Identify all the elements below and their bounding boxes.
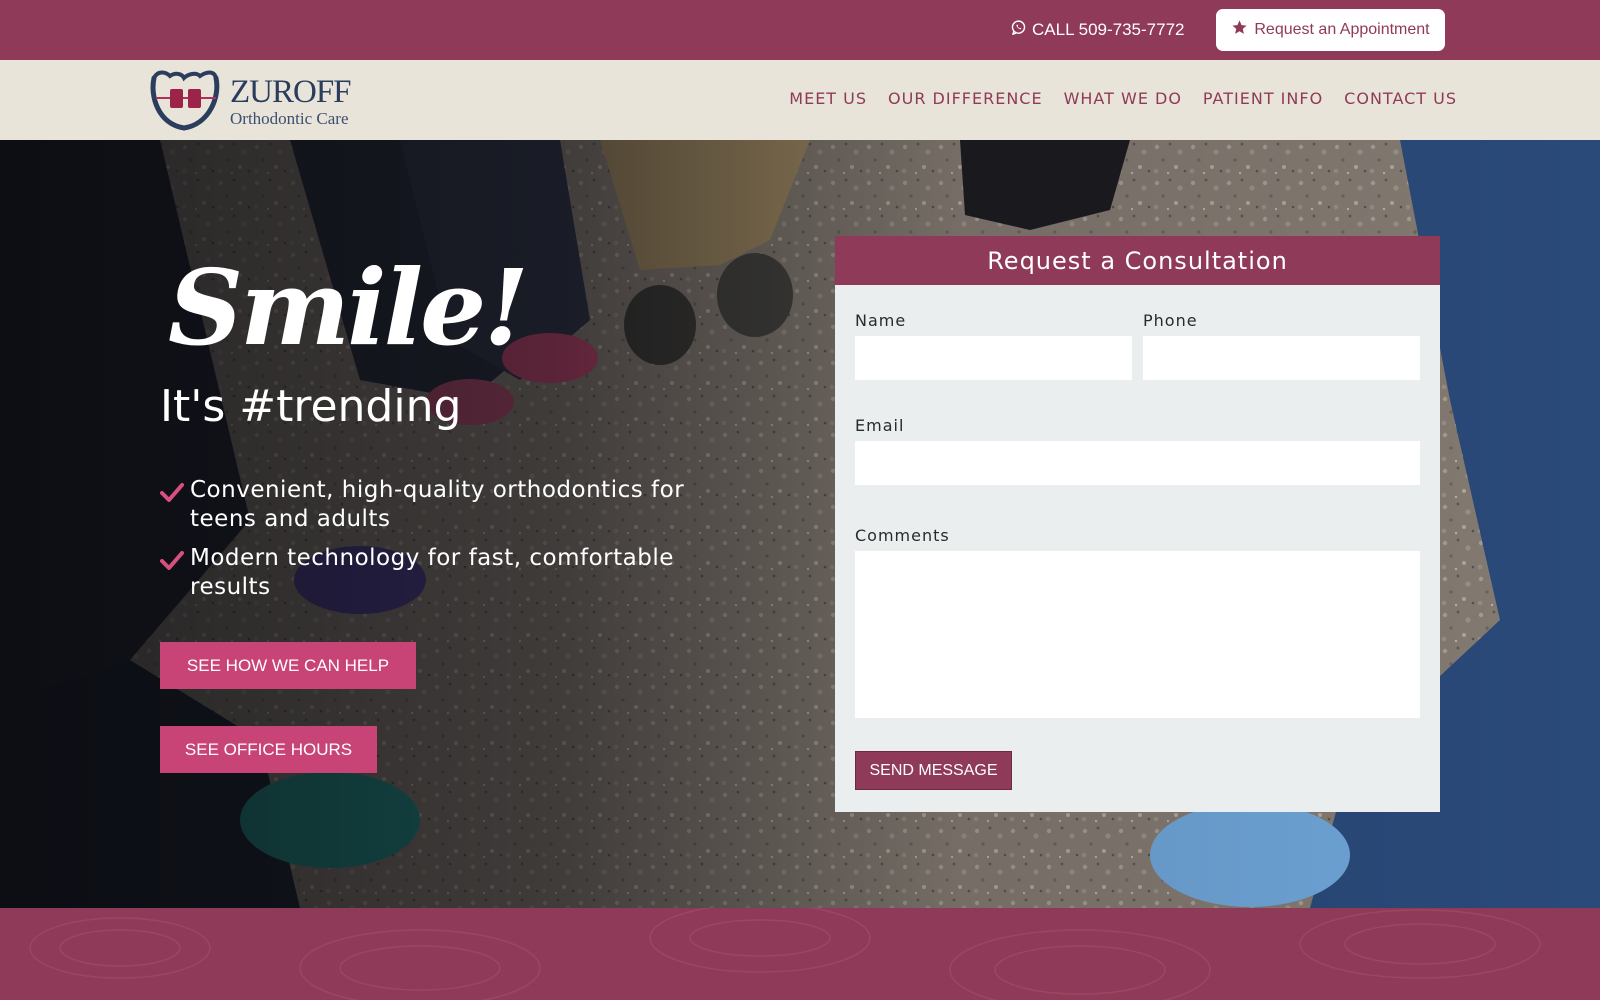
- nav-item-patient-info[interactable]: PATIENT INFO: [1203, 89, 1323, 108]
- comments-label: Comments: [855, 526, 950, 545]
- star-icon: [1231, 19, 1248, 41]
- name-label: Name: [855, 311, 907, 330]
- top-bar: CALL 509-735-7772 Request an Appointment: [0, 0, 1600, 60]
- form-title: Request a Consultation: [835, 236, 1440, 285]
- phone-label: Phone: [1143, 311, 1198, 330]
- main-nav: MEET US OUR DIFFERENCE WHAT WE DO PATIEN…: [789, 89, 1457, 108]
- consultation-form: Request a Consultation Name Phone Email …: [835, 236, 1440, 812]
- checkmark-icon: [160, 551, 184, 570]
- site-header: ZUROFF Orthodontic Care MEET US OUR DIFF…: [0, 60, 1600, 140]
- bottom-band: [0, 908, 1600, 1000]
- comments-field[interactable]: [855, 551, 1420, 718]
- bullet-text: Modern technology for fast, comfortable …: [190, 545, 674, 600]
- call-link[interactable]: CALL 509-735-7772: [1010, 18, 1185, 42]
- nav-item-what-we-do[interactable]: WHAT WE DO: [1064, 89, 1182, 108]
- checkmark-icon: [160, 483, 184, 502]
- name-field[interactable]: [855, 336, 1132, 380]
- logo[interactable]: ZUROFF Orthodontic Care: [148, 66, 358, 134]
- list-item: Modern technology for fast, comfortable …: [160, 544, 720, 602]
- see-how-we-can-help-button[interactable]: SEE HOW WE CAN HELP: [160, 642, 416, 689]
- nav-item-our-difference[interactable]: OUR DIFFERENCE: [888, 89, 1043, 108]
- nav-item-meet-us[interactable]: MEET US: [789, 89, 867, 108]
- smile-braces-logo-icon: [150, 70, 220, 131]
- nav-item-contact-us[interactable]: CONTACT US: [1344, 89, 1457, 108]
- hero-headline: Smile!: [168, 246, 529, 369]
- email-label: Email: [855, 416, 905, 435]
- email-field[interactable]: [855, 441, 1420, 485]
- hero-bullet-list: Convenient, high-quality orthodontics fo…: [160, 476, 720, 612]
- hero-section: Smile! It's #trending Convenient, high-q…: [0, 140, 1600, 908]
- logo-name: ZUROFF: [230, 74, 352, 110]
- phone-field[interactable]: [1143, 336, 1420, 380]
- send-message-button[interactable]: SEND MESSAGE: [855, 751, 1012, 790]
- bullet-text: Convenient, high-quality orthodontics fo…: [190, 477, 685, 532]
- list-item: Convenient, high-quality orthodontics fo…: [160, 476, 720, 534]
- topographic-pattern: [29, 908, 1541, 1000]
- call-label: CALL 509-735-7772: [1032, 20, 1185, 39]
- request-appointment-label: Request an Appointment: [1254, 21, 1430, 38]
- hero-subhead: It's #trending: [160, 381, 462, 432]
- see-office-hours-button[interactable]: SEE OFFICE HOURS: [160, 726, 377, 773]
- whatsapp-icon: [1010, 19, 1027, 41]
- request-appointment-button[interactable]: Request an Appointment: [1216, 9, 1445, 51]
- logo-subtitle: Orthodontic Care: [230, 109, 349, 128]
